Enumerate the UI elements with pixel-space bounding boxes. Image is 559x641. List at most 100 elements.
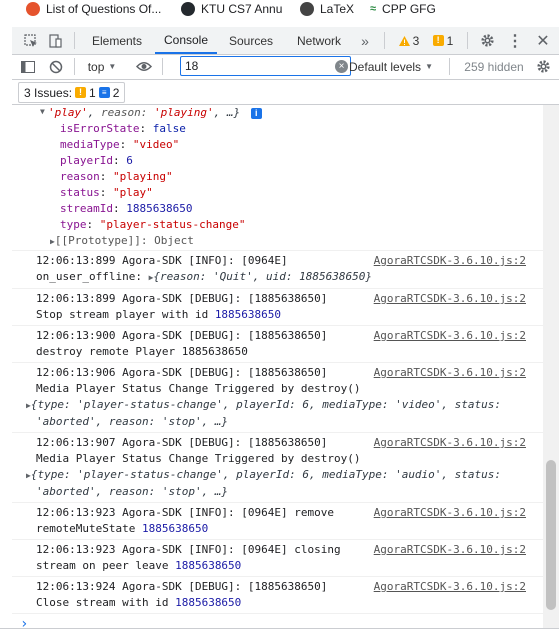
issues-counter[interactable]: ! 1 [428, 27, 458, 54]
log-message: 12:06:13:923 Agora-SDK [INFO]: [0964E] c… [12, 539, 543, 576]
bookmark-item[interactable]: LaTeX [300, 0, 354, 17]
log-body: destroy remote Player 1885638650 [36, 345, 248, 358]
object-preview-row[interactable]: ▶{type: 'player-status-change', playerId… [26, 467, 543, 484]
source-link[interactable]: AgoraRTCSDK-3.6.10.js:2 [374, 505, 526, 521]
console-toolbar: top ▼ × Default levels ▼ 259 hidden [12, 55, 559, 80]
gfg-icon: ≈ [370, 2, 377, 15]
tab-console[interactable]: Console [155, 27, 217, 54]
context-label: top [87, 59, 105, 74]
log-message: 12:06:13:907 Agora-SDK [DEBUG]: [1885638… [12, 432, 543, 502]
context-selector[interactable]: top ▼ [82, 53, 122, 80]
device-toolbar-icon[interactable] [46, 27, 64, 54]
object-property: isErrorState: false [60, 122, 186, 135]
bookmark-label: KTU CS7 Annu [201, 1, 283, 16]
filter-input[interactable] [180, 56, 351, 76]
log-message: 12:06:13:924 Agora-SDK [DEBUG]: [1885638… [12, 576, 543, 613]
log-message: 12:06:13:900 Agora-SDK [DEBUG]: [1885638… [12, 325, 543, 362]
issue-flag-icon: ! [432, 35, 444, 46]
log-message: 12:06:13:906 Agora-SDK [DEBUG]: [1885638… [12, 362, 543, 432]
bookmark-item[interactable]: ≈ CPP GFG [370, 0, 436, 17]
source-link[interactable]: AgoraRTCSDK-3.6.10.js:2 [374, 579, 526, 595]
bookmark-label: List of Questions Of... [46, 1, 162, 16]
page-edge [0, 20, 12, 640]
log-levels-dropdown[interactable]: Default levels ▼ [348, 53, 434, 80]
issues-warn-count: 1 [89, 85, 96, 100]
warning-flag-icon: ! [75, 87, 87, 98]
drawer-edge [0, 628, 559, 641]
log-body: Media Player Status Change Triggered by … [36, 452, 361, 465]
log-message: 12:06:13:899 Agora-SDK [INFO]: [0964E] o… [12, 250, 543, 288]
source-link[interactable]: AgoraRTCSDK-3.6.10.js:2 [374, 291, 526, 307]
dropdown-arrow-icon: ▼ [425, 62, 433, 71]
info-message-icon: ≡ [98, 87, 110, 98]
log-body: on_user_offline: ▶{reason: 'Quit', uid: … [36, 270, 372, 283]
settings-gear-icon[interactable] [477, 27, 497, 54]
inspect-element-icon[interactable] [22, 27, 40, 54]
hidden-count: 259 hidden [464, 59, 524, 74]
clear-console-icon[interactable] [46, 53, 66, 80]
tab-network[interactable]: Network [287, 27, 351, 54]
object-head-tail: , …} [213, 106, 241, 119]
more-options-icon[interactable]: ⋮ [505, 27, 525, 54]
issues-bar: 3 Issues: ! 1 ≡ 2 [12, 80, 559, 105]
issues-info-count: 2 [112, 85, 120, 100]
object-head-value: 'play' [48, 106, 88, 119]
warnings-count: 3 [412, 33, 420, 48]
issues-label: 3 Issues: [24, 85, 73, 100]
close-devtools-icon[interactable]: ✕ [532, 27, 554, 54]
source-link[interactable]: AgoraRTCSDK-3.6.10.js:2 [374, 435, 526, 451]
console-scrollbar[interactable] [543, 105, 559, 640]
devtools-tabbar: Elements Console Sources Network » 3 ! 1… [12, 27, 559, 55]
info-icon[interactable]: i [250, 108, 262, 119]
object-property: playerId: 6 [60, 154, 133, 167]
clear-filter-icon[interactable]: × [335, 60, 348, 73]
object-head-value: 'playing' [153, 106, 214, 119]
collapse-triangle-icon[interactable]: ▼ [40, 105, 45, 120]
log-message: 12:06:13:899 Agora-SDK [DEBUG]: [1885638… [12, 288, 543, 325]
console-settings-gear-icon[interactable] [532, 53, 554, 80]
log-body: stream on peer leave 1885638650 [36, 559, 242, 572]
bookmark-item[interactable]: KTU CS7 Annu [181, 0, 282, 17]
issues-button[interactable]: 3 Issues: ! 1 ≡ 2 [18, 82, 126, 103]
log-body: Close stream with id 1885638650 [36, 596, 242, 609]
object-preview-cont: 'aborted', reason: 'stop', …} [36, 485, 229, 498]
log-levels-label: Default levels [349, 59, 422, 74]
bookmark-label: LaTeX [320, 1, 355, 16]
sidebar-toggle-icon[interactable] [18, 53, 38, 80]
log-message: 12:06:13:923 Agora-SDK [INFO]: [0964E] r… [12, 502, 543, 539]
warnings-counter[interactable]: 3 [392, 27, 426, 54]
expanded-object[interactable]: ▼ 'play', reason: 'playing', …} i [12, 105, 543, 121]
bookmarks-bar: List of Questions Of... KTU CS7 Annu LaT… [0, 0, 559, 19]
live-expression-eye-icon[interactable] [134, 53, 154, 80]
object-property: type: "player-status-change" [60, 218, 246, 231]
object-head-key: reason: [101, 106, 148, 119]
more-tabs-icon[interactable]: » [355, 27, 375, 54]
warning-icon [398, 35, 410, 46]
tab-sources[interactable]: Sources [222, 27, 280, 54]
scrollbar-thumb[interactable] [546, 460, 556, 610]
issues-count: 1 [446, 33, 454, 48]
log-body: remoteMuteState 1885638650 [36, 522, 209, 535]
object-property: streamId: 1885638650 [60, 202, 193, 215]
github-icon [181, 1, 195, 16]
source-link[interactable]: AgoraRTCSDK-3.6.10.js:2 [374, 253, 526, 269]
prototype-row[interactable]: ▶[[Prototype]]: Object [50, 233, 543, 250]
bookmark-label: CPP GFG [382, 1, 436, 16]
object-property: mediaType: "video" [60, 138, 180, 151]
object-properties: isErrorState: false mediaType: "video" p… [12, 121, 543, 250]
object-preview-cont: 'aborted', reason: 'stop', …} [36, 415, 229, 428]
overleaf-icon [300, 1, 314, 16]
bookmark-item[interactable]: List of Questions Of... [26, 0, 161, 17]
source-link[interactable]: AgoraRTCSDK-3.6.10.js:2 [374, 542, 526, 558]
console-output: ▼ 'play', reason: 'playing', …} i isErro… [12, 105, 543, 640]
log-body: Media Player Status Change Triggered by … [36, 382, 361, 395]
source-link[interactable]: AgoraRTCSDK-3.6.10.js:2 [374, 365, 526, 381]
log-body: Stop stream player with id 1885638650 [36, 308, 282, 321]
reddit-icon [26, 1, 40, 16]
source-link[interactable]: AgoraRTCSDK-3.6.10.js:2 [374, 328, 526, 344]
tab-elements[interactable]: Elements [84, 27, 150, 54]
object-preview-row[interactable]: ▶{type: 'player-status-change', playerId… [26, 397, 543, 414]
dropdown-arrow-icon: ▼ [108, 62, 117, 71]
object-preview[interactable]: {reason: 'Quit', uid: 1885638650} [153, 270, 372, 283]
object-property: reason: "playing" [60, 170, 173, 183]
